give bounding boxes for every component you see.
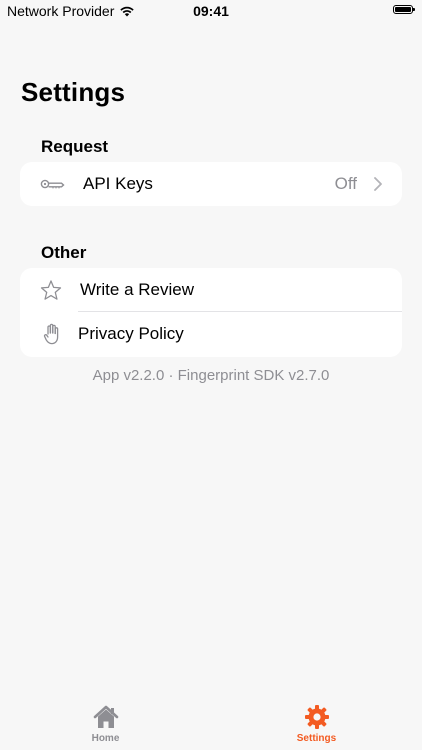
request-card: API Keys Off <box>20 162 402 206</box>
api-keys-label: API Keys <box>83 174 153 193</box>
api-keys-row[interactable]: API Keys Off <box>20 162 402 206</box>
status-time: 09:41 <box>193 3 229 19</box>
tab-settings-label: Settings <box>296 733 337 744</box>
section-header-other: Other <box>41 243 87 262</box>
status-bar: Network Provider 09:41 <box>0 0 422 22</box>
star-icon <box>40 280 62 301</box>
tab-home-label: Home <box>91 733 120 744</box>
page-title: Settings <box>21 77 126 107</box>
key-icon <box>40 177 66 191</box>
privacy-policy-row[interactable]: Privacy Policy <box>20 312 402 356</box>
privacy-policy-label: Privacy Policy <box>78 324 184 343</box>
hand-icon <box>43 323 61 345</box>
version-info: App v2.2.0 · Fingerprint SDK v2.7.0 <box>92 367 330 384</box>
write-review-label: Write a Review <box>80 280 194 299</box>
tab-bar: Home Settings <box>0 700 422 750</box>
section-header-request: Request <box>41 137 109 156</box>
other-card: Write a Review Privacy Policy <box>20 268 402 357</box>
tab-home[interactable]: Home <box>0 700 211 750</box>
battery-level <box>395 7 411 12</box>
tab-settings[interactable]: Settings <box>211 700 422 750</box>
gear-icon <box>304 705 329 729</box>
chevron-right-icon <box>374 177 382 191</box>
battery-icon <box>393 5 415 14</box>
write-review-row[interactable]: Write a Review <box>20 268 402 312</box>
api-keys-status: Off <box>334 174 357 193</box>
home-icon <box>93 705 118 728</box>
